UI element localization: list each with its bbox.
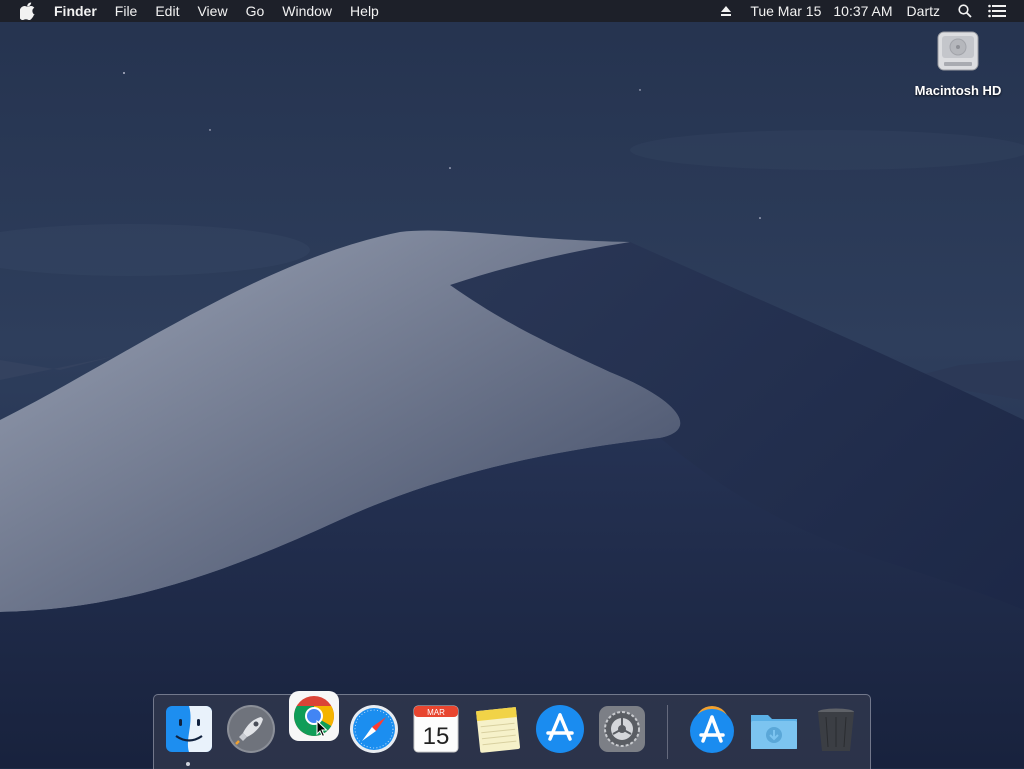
dock-item-app-store[interactable]: [534, 703, 586, 755]
menu-bar: Finder File Edit View Go Window Help Tue…: [0, 0, 1024, 22]
dock-separator: [667, 705, 668, 759]
dock-item-finder[interactable]: [163, 703, 215, 755]
finder-icon: [166, 706, 212, 752]
user-name[interactable]: Dartz: [899, 0, 946, 22]
safari-compass-icon: [350, 705, 398, 753]
menu-edit[interactable]: Edit: [146, 0, 188, 22]
trash-icon: [818, 708, 854, 751]
dock-item-trash[interactable]: [810, 703, 862, 755]
dock-item-notes[interactable]: [472, 703, 524, 755]
menu-view[interactable]: View: [188, 0, 236, 22]
menu-help[interactable]: Help: [341, 0, 388, 22]
notes-icon: [476, 707, 520, 753]
dock-item-applications[interactable]: [686, 703, 738, 755]
apple-logo-icon[interactable]: [20, 2, 36, 20]
applications-stack-icon: [690, 706, 734, 753]
dock-item-safari[interactable]: [348, 703, 400, 755]
downloads-folder-icon: [751, 715, 797, 749]
desktop-icon-label: Macintosh HD: [914, 83, 1002, 98]
menu-go[interactable]: Go: [237, 0, 274, 22]
clock-time[interactable]: 10:37 AM: [827, 0, 898, 22]
dock-item-launchpad[interactable]: [225, 703, 277, 755]
menu-app-finder[interactable]: Finder: [54, 0, 106, 22]
eject-icon[interactable]: [714, 0, 744, 22]
desktop-wallpaper: [0, 0, 1024, 768]
chrome-icon: [289, 691, 339, 741]
clock-date[interactable]: Tue Mar 15: [744, 0, 827, 22]
notification-center-icon[interactable]: [978, 0, 1012, 22]
dock: MAR 15: [153, 691, 871, 769]
app-store-icon: [536, 705, 584, 753]
menu-window[interactable]: Window: [273, 0, 341, 22]
calendar-month: MAR: [427, 708, 445, 717]
calendar-day: 15: [423, 723, 450, 750]
finder-running-indicator: [186, 762, 190, 766]
dock-item-downloads[interactable]: [748, 703, 800, 755]
system-preferences-gear-icon: [599, 706, 645, 752]
mouse-cursor-icon: [316, 720, 328, 738]
spotlight-search-icon[interactable]: [946, 0, 978, 22]
dock-item-google-chrome[interactable]: [288, 690, 340, 742]
hard-drive-icon: [936, 28, 980, 79]
launchpad-rocket-icon: [227, 705, 275, 753]
dock-item-calendar[interactable]: MAR 15: [410, 703, 462, 755]
desktop-icon-macintosh-hd[interactable]: Macintosh HD: [906, 28, 1010, 98]
menu-file[interactable]: File: [106, 0, 147, 22]
calendar-icon: MAR 15: [413, 705, 459, 753]
dock-item-system-preferences[interactable]: [596, 703, 648, 755]
